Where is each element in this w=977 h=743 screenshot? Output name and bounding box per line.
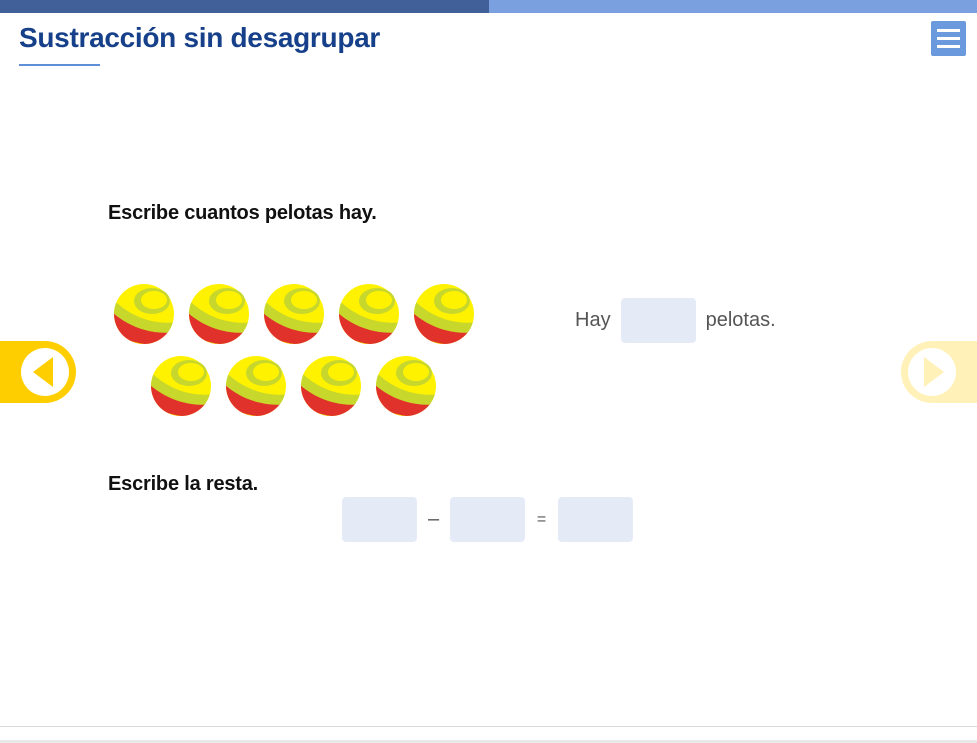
ball-icon — [189, 284, 249, 344]
ball-icon — [339, 284, 399, 344]
hay-label: Hay — [575, 309, 611, 331]
progress-bar — [0, 0, 977, 13]
footer-divider — [0, 726, 977, 727]
difference-input[interactable] — [558, 497, 633, 542]
minuend-input[interactable] — [342, 497, 417, 542]
ball-icon — [414, 284, 474, 344]
next-button[interactable] — [901, 341, 963, 403]
ball-icon — [264, 284, 324, 344]
ball-icon — [301, 356, 361, 416]
ball-icon — [151, 356, 211, 416]
equals-sign: = — [536, 510, 547, 528]
pelotas-label: pelotas. — [705, 309, 776, 331]
menu-button[interactable] — [931, 21, 966, 56]
previous-button[interactable] — [14, 341, 76, 403]
hay-row: Hay pelotas. — [575, 298, 776, 343]
subtrahend-input[interactable] — [450, 497, 525, 542]
ball-icon — [114, 284, 174, 344]
arrow-left-icon — [33, 357, 53, 387]
progress-bar-fill — [0, 0, 489, 13]
question2-instruction: Escribe la resta. — [108, 473, 259, 495]
page-title: Sustracción sin desagrupar — [19, 22, 380, 53]
subtraction-equation: – = — [342, 497, 633, 542]
minus-sign: – — [427, 508, 440, 530]
ball-count-input[interactable] — [620, 298, 696, 343]
question1-instruction: Escribe cuantos pelotas hay. — [108, 202, 377, 224]
ball-icon — [376, 356, 436, 416]
balls-group — [108, 280, 488, 420]
arrow-right-icon — [924, 357, 944, 387]
ball-icon — [226, 356, 286, 416]
title-underline — [19, 64, 100, 66]
